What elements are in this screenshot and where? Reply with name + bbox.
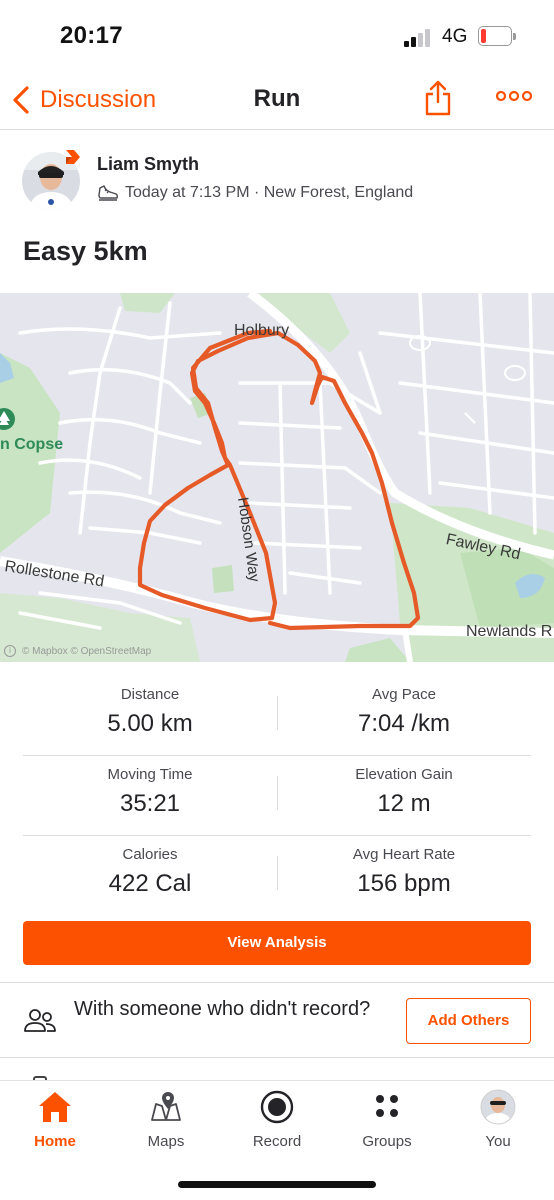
stat-label: Moving Time: [107, 766, 193, 783]
stats-row: Calories 422 Cal Avg Heart Rate 156 bpm: [23, 836, 531, 916]
tab-label: Record: [252, 1133, 302, 1150]
battery-icon: [478, 26, 516, 46]
network-type: 4G: [442, 26, 468, 47]
add-others-button[interactable]: Add Others: [406, 998, 531, 1044]
athlete-name[interactable]: Liam Smyth: [97, 154, 199, 175]
view-analysis-button[interactable]: View Analysis: [23, 921, 531, 965]
tab-label: You: [485, 1133, 511, 1150]
stat-moving-time: Moving Time 35:21: [23, 766, 277, 818]
share-icon: [425, 80, 451, 116]
stat-label: Distance: [120, 686, 180, 703]
route-map[interactable]: Hobson Way Holbury n Copse Rollestone Rd…: [0, 293, 554, 662]
activity-title: Easy 5km: [23, 236, 148, 266]
map-attribution[interactable]: i © Mapbox © OpenStreetMap: [4, 645, 151, 657]
stat-label: Avg Heart Rate: [352, 846, 456, 863]
people-icon: [22, 1007, 58, 1035]
stat-value: 7:04 /km: [357, 710, 451, 737]
stat-label: Elevation Gain: [355, 766, 453, 783]
tab-label: Home: [34, 1133, 76, 1150]
stat-value: 35:21: [119, 790, 181, 817]
chevron-left-icon: [13, 86, 29, 114]
signal-strength-icon: [404, 27, 434, 47]
tab-label: Maps: [147, 1133, 185, 1150]
stats-row: Distance 5.00 km Avg Pace 7:04 /km: [23, 676, 531, 756]
home-indicator[interactable]: [178, 1181, 376, 1188]
map-label-newlands-rd: Newlands R: [466, 623, 553, 640]
with-someone-section: With someone who didn't record? Add Othe…: [0, 982, 554, 1058]
athlete-badge-icon: [64, 148, 82, 166]
activity-meta: Today at 7:13 PM · New Forest, England: [97, 183, 413, 203]
stats-row: Moving Time 35:21 Elevation Gain 12 m: [23, 756, 531, 836]
map-label-holbury: Holbury: [234, 322, 290, 339]
navigation-bar: Discussion Run: [0, 74, 554, 130]
stat-elevation-gain: Elevation Gain 12 m: [277, 766, 531, 818]
status-bar: 20:17 4G: [0, 0, 554, 74]
stat-value: 156 bpm: [357, 870, 451, 897]
stat-value: 422 Cal: [108, 870, 192, 897]
stat-avg-pace: Avg Pace 7:04 /km: [277, 686, 531, 738]
info-icon[interactable]: i: [4, 645, 16, 657]
stat-avg-heart-rate: Avg Heart Rate 156 bpm: [277, 846, 531, 898]
status-time: 20:17: [60, 22, 123, 49]
map-label-copse: n Copse: [0, 436, 64, 453]
running-shoe-icon: [98, 185, 119, 201]
share-button[interactable]: [424, 80, 452, 116]
stat-value: 12 m: [377, 790, 431, 817]
back-label: Discussion: [40, 86, 157, 113]
with-someone-text: With someone who didn't record?: [74, 998, 371, 1020]
tab-maps[interactable]: Maps: [111, 1089, 221, 1153]
activity-date-location: Today at 7:13 PM · New Forest, England: [125, 184, 414, 201]
tab-groups[interactable]: Groups: [332, 1089, 442, 1153]
tab-you[interactable]: You: [443, 1089, 553, 1153]
stat-label: Avg Pace: [372, 686, 436, 703]
maps-icon: [151, 1092, 181, 1121]
back-button[interactable]: Discussion: [10, 82, 156, 118]
profile-avatar-icon: [480, 1089, 516, 1125]
tab-home[interactable]: Home: [0, 1089, 110, 1153]
tab-label: Groups: [362, 1133, 412, 1150]
more-options-button[interactable]: [495, 86, 533, 106]
stat-distance: Distance 5.00 km: [23, 686, 277, 738]
map-attribution-text: © Mapbox © OpenStreetMap: [22, 645, 152, 657]
activity-stats: Distance 5.00 km Avg Pace 7:04 /km Movin…: [23, 676, 531, 916]
athlete-header: Liam Smyth Today at 7:13 PM · New Forest…: [22, 146, 532, 212]
stat-calories: Calories 422 Cal: [23, 846, 277, 898]
stat-label: Calories: [122, 846, 178, 863]
groups-icon: [376, 1095, 398, 1117]
record-icon: [260, 1090, 294, 1124]
more-dots-icon: [495, 90, 533, 102]
home-icon: [39, 1092, 71, 1122]
tab-record[interactable]: Record: [222, 1089, 332, 1153]
stat-value: 5.00 km: [107, 710, 193, 737]
